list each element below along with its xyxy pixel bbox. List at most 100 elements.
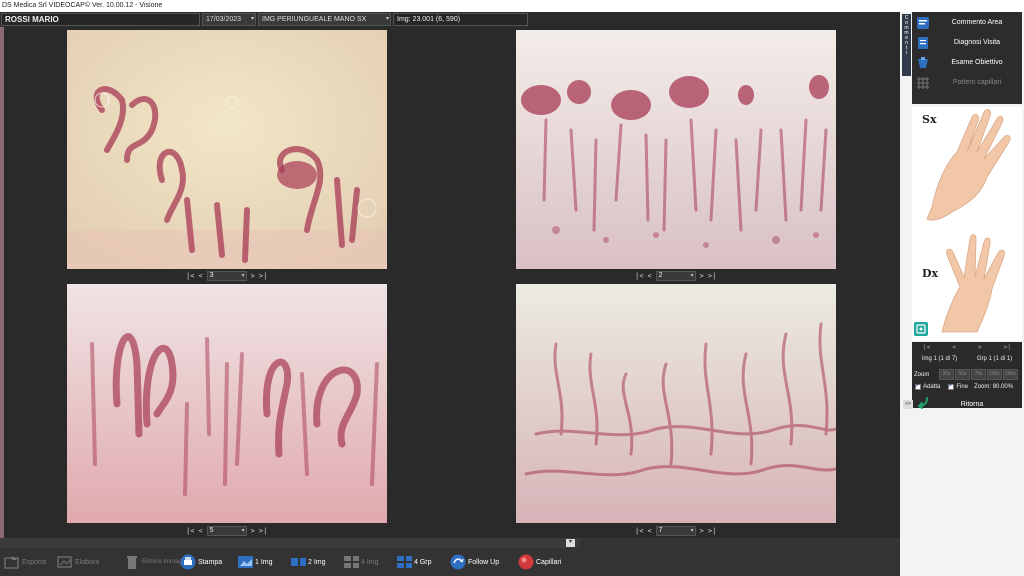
export-label: Esporta: [22, 558, 47, 566]
capillaries-label: Capillari: [536, 558, 562, 566]
four-image-label: 4 Img: [361, 558, 379, 566]
one-image-button[interactable]: 1 Img: [237, 550, 273, 574]
zoom-100x-button[interactable]: 100x: [987, 369, 1002, 380]
grid-view-icon: [916, 324, 926, 334]
back-arrow-icon: [916, 395, 930, 414]
last-button[interactable]: >|: [259, 272, 267, 280]
process-button[interactable]: Elabora: [57, 550, 99, 574]
export-icon: [4, 554, 20, 570]
diagnosis-button[interactable]: Diagnosi Visita: [912, 34, 1022, 52]
next-button[interactable]: >: [700, 527, 704, 535]
diagnosis-label: Diagnosi Visita: [953, 39, 1001, 46]
prev-image-button[interactable]: <: [952, 344, 956, 354]
image-index-select[interactable]: 3: [206, 270, 247, 281]
delete-image-label: Elimina Immagine: [142, 558, 190, 565]
adatta-checkbox[interactable]: [915, 382, 921, 390]
first-button[interactable]: |<: [635, 527, 643, 535]
chevron-down-icon: ▾: [250, 16, 254, 22]
image-index-select[interactable]: 7: [655, 525, 696, 536]
process-label: Elabora: [75, 558, 100, 566]
print-button[interactable]: Stampa: [180, 550, 222, 574]
trash-icon: [124, 554, 140, 570]
zoom-value: Zoom: 80.00%: [974, 384, 1014, 390]
first-image-button[interactable]: |<: [923, 344, 930, 354]
image-nav: |< < > >|: [912, 344, 1022, 354]
comment-area-icon: [914, 16, 932, 30]
capillaroscopy-image-3[interactable]: [67, 284, 387, 523]
next-button[interactable]: >: [700, 272, 704, 280]
zoom-160x-button[interactable]: 160x: [1003, 369, 1018, 380]
prev-button[interactable]: <: [647, 527, 651, 535]
prev-button[interactable]: <: [647, 272, 651, 280]
next-button[interactable]: >: [251, 527, 255, 535]
zoom-30x-button[interactable]: 30x: [939, 369, 954, 380]
left-edge-strip: [0, 27, 4, 538]
last-button[interactable]: >|: [708, 272, 716, 280]
last-image-button[interactable]: >|: [1004, 344, 1011, 354]
fine-checkbox[interactable]: [948, 382, 955, 390]
prev-button[interactable]: <: [198, 527, 202, 535]
printer-icon: [180, 554, 196, 570]
first-button[interactable]: |<: [186, 527, 194, 535]
hand-selector[interactable]: Sx Dx: [912, 107, 1022, 341]
image-grid-toggle[interactable]: [914, 322, 928, 336]
zoom-70x-button[interactable]: 70x: [971, 369, 986, 380]
image-1-nav: |< < 3 > >|: [186, 270, 267, 281]
image-index-select[interactable]: 2: [655, 270, 696, 281]
side-menu: Commento Area Diagnosi Visita Esame Obie…: [912, 12, 1022, 104]
patient-name: ROSSI MARIO: [1, 13, 200, 26]
image-type-select[interactable]: IMG PERIUNGUEALE MANO SX ▾: [258, 13, 391, 26]
comment-area-label: Commento Area: [951, 19, 1003, 26]
image-index-select[interactable]: 5: [206, 525, 247, 536]
image-counter: Img 1 (1 di 7): [921, 356, 958, 362]
back-button[interactable]: Ritorna: [930, 401, 1024, 408]
adatta-label: Adatta: [923, 384, 941, 390]
capillaries-button[interactable]: Capillari: [518, 550, 561, 574]
two-image-button[interactable]: 2 Img: [290, 550, 326, 574]
bottom-toolbar: ▾ Esporta Elabora Elimina Immagine Stamp…: [0, 538, 900, 576]
image-info: Img: 23.001 (6, 590): [393, 13, 528, 26]
capillaroscopy-image-4[interactable]: [516, 284, 836, 523]
four-group-label: 4 Grp: [414, 558, 432, 566]
follow-up-icon: [450, 554, 466, 570]
counters-row: Img 1 (1 di 7) Grp 1 (1 di 1): [912, 356, 1022, 362]
collapse-panel-button[interactable]: >>: [903, 399, 913, 409]
one-image-label: 1 Img: [255, 558, 273, 566]
image-4-nav: |< < 7 > >|: [635, 525, 716, 536]
four-image-button[interactable]: 4 Img: [343, 550, 379, 574]
image-3-nav: |< < 5 > >|: [186, 525, 267, 536]
exam-icon: [914, 56, 932, 70]
follow-up-button[interactable]: Follow Up: [450, 550, 499, 574]
first-button[interactable]: |<: [186, 272, 194, 280]
date-select[interactable]: 17/03/2023 ▾: [202, 13, 256, 26]
last-button[interactable]: >|: [259, 527, 267, 535]
next-image-button[interactable]: >: [978, 344, 982, 354]
zoom-50x-button[interactable]: 50x: [955, 369, 970, 380]
prev-button[interactable]: <: [198, 272, 202, 280]
hands-illustration: [926, 109, 1011, 333]
zoom-label: Zoom: [914, 371, 930, 378]
group-counter: Grp 1 (1 di 1): [976, 356, 1013, 362]
delete-image-button[interactable]: Elimina Immagine: [124, 550, 190, 574]
pattern-grid-icon: [914, 76, 932, 90]
first-button[interactable]: |<: [635, 272, 643, 280]
capillaroscopy-image-1[interactable]: [67, 30, 387, 269]
last-button[interactable]: >|: [708, 527, 716, 535]
next-button[interactable]: >: [251, 272, 255, 280]
two-image-label: 2 Img: [308, 558, 326, 566]
patient-info-bar: ROSSI MARIO 17/03/2023 ▾ IMG PERIUNGUEALE…: [0, 12, 900, 27]
capillaroscopy-image-2[interactable]: [516, 30, 836, 269]
exam-button[interactable]: Esame Obiettivo: [912, 54, 1022, 72]
comments-tab-label: Commenti: [904, 15, 909, 56]
zoom-row: Zoom 30x 50x 70x 100x 160x: [912, 369, 1022, 380]
toolbar-collapse-toggle[interactable]: ▾: [566, 539, 575, 547]
fine-label: Fine: [956, 384, 969, 390]
export-button[interactable]: Esporta: [4, 550, 46, 574]
capillary-pattern-button[interactable]: Pattern capillari: [912, 74, 1022, 92]
capillary-pattern-label: Pattern capillari: [952, 79, 1002, 86]
process-image-icon: [57, 554, 73, 570]
four-group-button[interactable]: 4 Grp: [396, 550, 432, 574]
single-image-icon: [237, 554, 253, 570]
comment-area-button[interactable]: Commento Area: [912, 14, 1022, 32]
comments-vertical-tab[interactable]: Commenti: [902, 14, 911, 76]
